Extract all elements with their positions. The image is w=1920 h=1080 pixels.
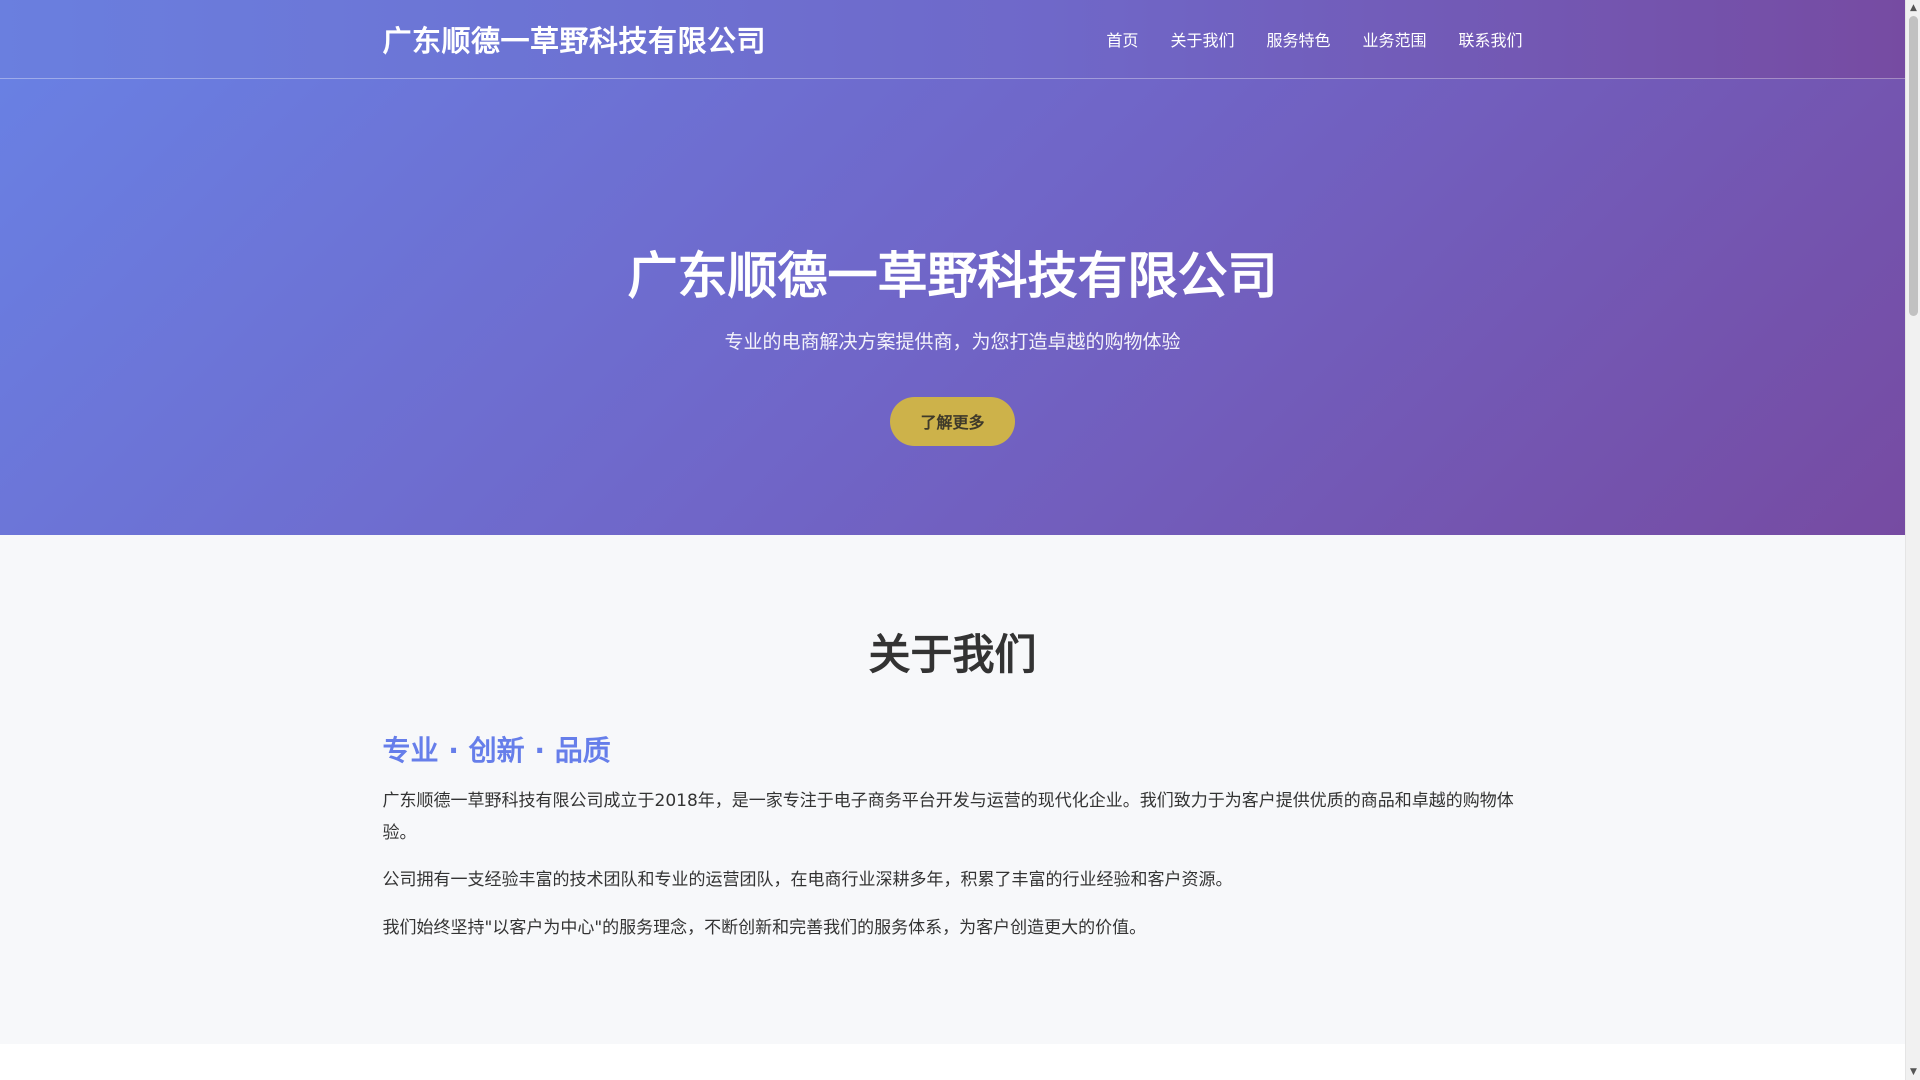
scroll-up-icon[interactable]: ▲ (1906, 0, 1920, 16)
viewport: 广东顺德一草野科技有限公司 首页 关于我们 服务特色 业务范围 联系我们 广东顺… (0, 0, 1905, 1080)
nav-item-features[interactable]: 服务特色 (1266, 27, 1330, 51)
nav-item-business[interactable]: 业务范围 (1362, 27, 1426, 51)
header-inner: 广东顺德一草野科技有限公司 首页 关于我们 服务特色 业务范围 联系我们 (383, 0, 1523, 78)
about-subtitle: 专业 · 创新 · 品质 (382, 734, 611, 767)
about-inner: 关于我们 专业 · 创新 · 品质 广东顺德一草野科技有限公司成立于2018年，… (383, 535, 1523, 1044)
nav-item-about[interactable]: 关于我们 (1170, 27, 1234, 51)
nav-item-home[interactable]: 首页 (1106, 27, 1138, 51)
vertical-scrollbar[interactable]: ▲ ▼ (1905, 0, 1920, 1080)
main-nav: 首页 关于我们 服务特色 业务范围 联系我们 (1106, 27, 1522, 51)
learn-more-button[interactable]: 了解更多 (890, 397, 1015, 446)
hero-subtitle: 专业的电商解决方案提供商，为您打造卓越的购物体验 (724, 331, 1181, 353)
nav-item-contact[interactable]: 联系我们 (1458, 27, 1522, 51)
scroll-down-icon[interactable]: ▼ (1906, 1064, 1920, 1080)
site-logo[interactable]: 广东顺德一草野科技有限公司 (383, 18, 767, 60)
about-section: 关于我们 专业 · 创新 · 品质 广东顺德一草野科技有限公司成立于2018年，… (0, 535, 1905, 1044)
about-paragraph: 广东顺德一草野科技有限公司成立于2018年，是一家专注于电子商务平台开发与运营的… (382, 791, 1514, 843)
about-title: 关于我们 (868, 630, 1037, 679)
hero-title: 广东顺德一草野科技有限公司 (627, 247, 1278, 305)
hero-section: 广东顺德一草野科技有限公司 专业的电商解决方案提供商，为您打造卓越的购物体验 了… (0, 79, 1905, 535)
about-paragraph: 公司拥有一支经验丰富的技术团队和专业的运营团队，在电商行业深耕多年，积累了丰富的… (382, 870, 1233, 890)
site-header: 广东顺德一草野科技有限公司 首页 关于我们 服务特色 业务范围 联系我们 (0, 0, 1905, 79)
scroll-thumb[interactable] (1909, 16, 1918, 316)
next-section (0, 1044, 1905, 1080)
about-paragraph: 我们始终坚持"以客户为中心"的服务理念，不断创新和完善我们的服务体系，为客户创造… (382, 918, 1147, 938)
page: 广东顺德一草野科技有限公司 首页 关于我们 服务特色 业务范围 联系我们 广东顺… (0, 0, 1920, 1080)
